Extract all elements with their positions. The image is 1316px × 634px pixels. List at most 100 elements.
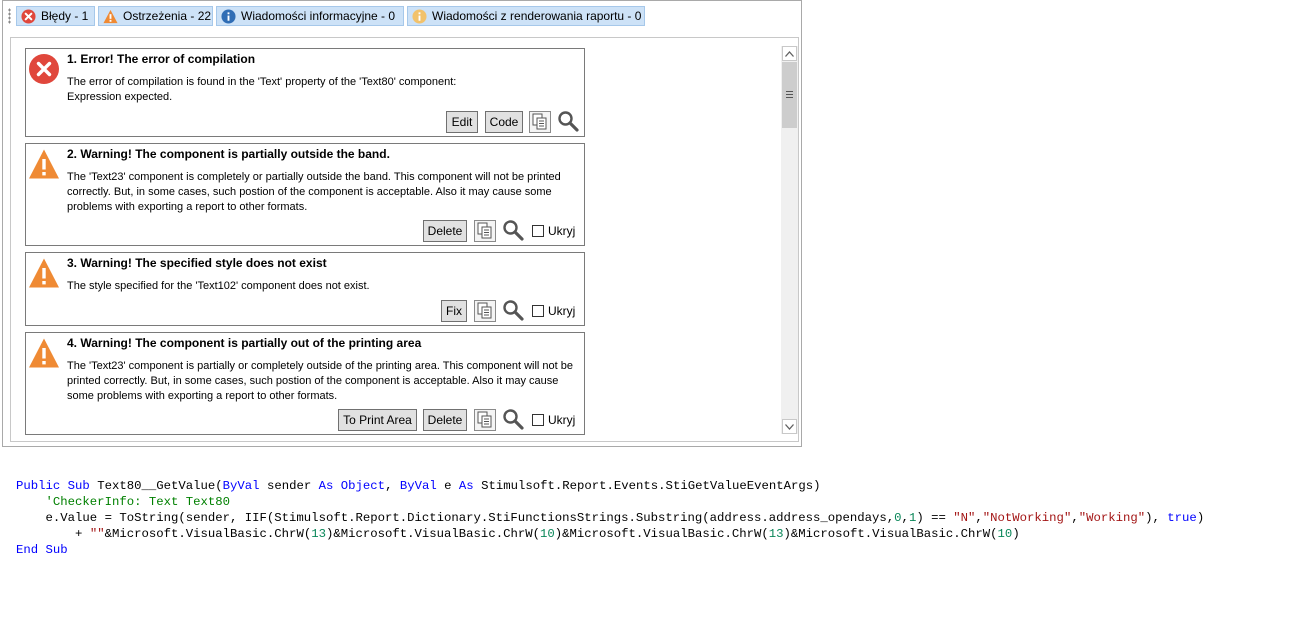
checkbox-box[interactable] bbox=[532, 305, 544, 317]
hide-label: Ukryj bbox=[548, 413, 576, 427]
code-token: Stimulsoft.Report.Events.StiGetValueEven… bbox=[481, 479, 821, 493]
code-token: sender bbox=[266, 479, 312, 493]
checkbox-box[interactable] bbox=[532, 225, 544, 237]
code-token: , bbox=[1071, 511, 1079, 525]
code-line-3: e.Value = ToString(sender, IIF(Stimulsof… bbox=[16, 510, 1205, 526]
checkbox-box[interactable] bbox=[532, 414, 544, 426]
message-title: 3. Warning! The specified style does not… bbox=[67, 256, 327, 270]
code-token: , bbox=[901, 511, 909, 525]
render-info-icon bbox=[412, 8, 427, 24]
code-token: Public bbox=[16, 479, 61, 493]
code-number: 13 bbox=[311, 527, 326, 541]
hide-label: Ukryj bbox=[548, 304, 576, 318]
code-token: + bbox=[75, 527, 90, 541]
message-card-partial bbox=[25, 441, 585, 442]
toolbar-grip[interactable] bbox=[8, 8, 11, 24]
hide-checkbox[interactable]: Ukryj bbox=[532, 413, 575, 427]
tab-info-label: Wiadomości informacyjne - 0 bbox=[241, 9, 396, 23]
fix-button[interactable]: Fix bbox=[441, 300, 467, 322]
copy-icon[interactable] bbox=[529, 111, 551, 133]
tab-warnings[interactable]: Ostrzeżenia - 22 bbox=[98, 6, 213, 26]
hide-checkbox[interactable]: Ukryj bbox=[532, 224, 575, 238]
report-checker-panel: Błędy - 1 Ostrzeżenia - 22 Wiadomości in… bbox=[2, 0, 802, 447]
code-line-5: End Sub bbox=[16, 542, 1204, 558]
find-component-icon[interactable] bbox=[502, 219, 524, 241]
code-token: e.Value = ToString(sender, IIF(Stimulsof… bbox=[45, 511, 895, 525]
code-token: Sub bbox=[45, 543, 68, 557]
error-icon bbox=[29, 54, 59, 84]
code-token: , bbox=[975, 511, 983, 525]
code-token: ) bbox=[1196, 511, 1205, 525]
info-icon bbox=[221, 8, 236, 24]
code-token: ) == bbox=[916, 511, 954, 525]
code-token: true bbox=[1167, 511, 1197, 525]
message-title: 2. Warning! The component is partially o… bbox=[67, 147, 390, 161]
code-string: "NotWorking" bbox=[982, 511, 1072, 525]
code-number: 13 bbox=[768, 527, 784, 541]
warning-icon bbox=[103, 9, 118, 23]
message-description: The 'Text23' component is partially or c… bbox=[67, 360, 573, 402]
scrollbar-thumb[interactable] bbox=[782, 62, 797, 128]
code-token: As bbox=[318, 479, 334, 493]
find-component-icon[interactable] bbox=[557, 110, 579, 132]
chevron-up-icon bbox=[785, 50, 794, 57]
message-card-warning: 2. Warning! The component is partially o… bbox=[25, 143, 585, 246]
vertical-scrollbar[interactable] bbox=[781, 46, 798, 434]
to-print-area-button[interactable]: To Print Area bbox=[338, 409, 417, 431]
code-token: , bbox=[385, 479, 393, 493]
copy-icon[interactable] bbox=[474, 220, 496, 242]
code-token: ) bbox=[1012, 527, 1020, 541]
scroll-down-arrow[interactable] bbox=[782, 419, 797, 434]
code-token: )&Microsoft.VisualBasic.ChrW( bbox=[325, 527, 540, 541]
scroll-up-arrow[interactable] bbox=[782, 46, 797, 61]
message-title: 4. Warning! The component is partially o… bbox=[67, 336, 422, 350]
edit-button[interactable]: Edit bbox=[446, 111, 478, 133]
message-description: The error of compilation is found in the… bbox=[67, 76, 457, 103]
find-component-icon[interactable] bbox=[502, 299, 524, 321]
code-string: "Working" bbox=[1078, 511, 1146, 525]
tab-errors-label: Błędy - 1 bbox=[41, 9, 89, 23]
code-line-2: 'CheckerInfo: Text Text80 bbox=[16, 494, 1204, 510]
tab-render-label: Wiadomości z renderowania raportu - 0 bbox=[432, 9, 642, 23]
tab-info[interactable]: Wiadomości informacyjne - 0 bbox=[216, 6, 404, 26]
code-view: Public Sub Text80__GetValue( ByVal sender… bbox=[16, 478, 1204, 558]
copy-icon[interactable] bbox=[474, 409, 496, 431]
message-list[interactable]: 1. Error! The error of compilation The e… bbox=[10, 37, 799, 442]
code-token: Sub bbox=[67, 479, 90, 493]
error-icon bbox=[21, 8, 36, 24]
code-number: 10 bbox=[997, 527, 1013, 541]
tab-render-messages[interactable]: Wiadomości z renderowania raportu - 0 bbox=[407, 6, 645, 26]
warning-icon bbox=[29, 338, 59, 368]
code-number: 10 bbox=[539, 527, 555, 541]
code-number: 0 bbox=[894, 511, 902, 525]
warning-icon bbox=[29, 149, 59, 179]
tab-warnings-label: Ostrzeżenia - 22 bbox=[123, 9, 212, 23]
message-description: The style specified for the 'Text102' co… bbox=[67, 280, 370, 292]
message-title: 1. Error! The error of compilation bbox=[67, 52, 256, 66]
code-line-4: + ""&Microsoft.VisualBasic.ChrW(13)&Micr… bbox=[16, 526, 1204, 542]
code-token: ByVal bbox=[399, 479, 437, 493]
delete-button[interactable]: Delete bbox=[423, 409, 467, 431]
chevron-down-icon bbox=[785, 423, 794, 430]
delete-button[interactable]: Delete bbox=[423, 220, 467, 242]
code-comment: 'CheckerInfo: Text Text80 bbox=[45, 495, 231, 509]
message-card-warning: 4. Warning! The component is partially o… bbox=[25, 332, 585, 435]
code-token: As bbox=[458, 479, 474, 493]
code-token: Object bbox=[340, 479, 386, 493]
code-line-1: Public Sub Text80__GetValue( ByVal sender… bbox=[16, 478, 1204, 494]
code-token: e bbox=[444, 479, 452, 493]
warning-icon bbox=[29, 258, 59, 288]
code-string: "N" bbox=[953, 511, 976, 525]
code-string: "" bbox=[89, 527, 105, 541]
copy-icon[interactable] bbox=[474, 300, 496, 322]
code-token: Text80__GetValue( bbox=[97, 479, 223, 493]
find-component-icon[interactable] bbox=[502, 408, 524, 430]
code-button[interactable]: Code bbox=[485, 111, 523, 133]
hide-label: Ukryj bbox=[548, 224, 576, 238]
code-token: )&Microsoft.VisualBasic.ChrW( bbox=[783, 527, 998, 541]
code-token: End bbox=[16, 543, 39, 557]
hide-checkbox[interactable]: Ukryj bbox=[532, 304, 575, 318]
code-token: &Microsoft.VisualBasic.ChrW( bbox=[104, 527, 312, 541]
message-type-toolbar: Błędy - 1 Ostrzeżenia - 22 Wiadomości in… bbox=[3, 3, 801, 29]
tab-errors[interactable]: Błędy - 1 bbox=[16, 6, 95, 26]
